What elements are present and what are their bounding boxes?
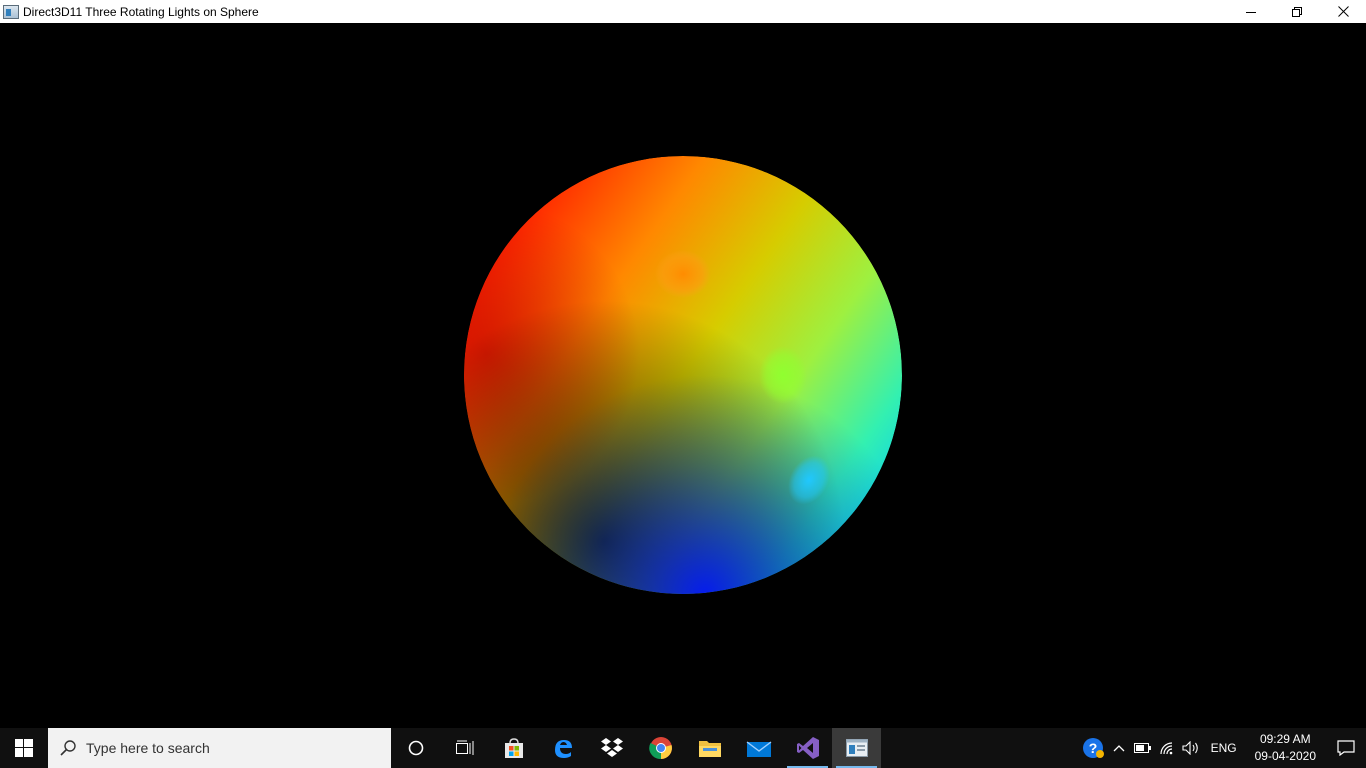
direct3d-app-icon bbox=[845, 739, 868, 757]
mail-icon bbox=[746, 741, 771, 757]
wifi-icon bbox=[1159, 742, 1172, 755]
chrome-icon bbox=[648, 737, 672, 760]
cortana-button[interactable] bbox=[391, 728, 440, 768]
dropbox-icon bbox=[600, 738, 623, 757]
close-button[interactable] bbox=[1320, 0, 1366, 23]
sphere-render bbox=[464, 156, 902, 594]
network-button[interactable] bbox=[1155, 728, 1179, 768]
clock-time: 09:29 AM bbox=[1259, 732, 1311, 746]
system-tray: ? ENG 09:29 AM 09-04-2020 bbox=[1079, 728, 1366, 768]
search-placeholder: Type here to search bbox=[86, 740, 210, 756]
volume-icon bbox=[1182, 741, 1198, 755]
file-explorer-button[interactable] bbox=[685, 728, 734, 768]
restore-button[interactable] bbox=[1274, 0, 1320, 23]
battery-icon bbox=[1133, 743, 1151, 753]
battery-button[interactable] bbox=[1131, 728, 1155, 768]
taskbar-search[interactable]: Type here to search bbox=[48, 728, 391, 768]
store-button[interactable] bbox=[489, 728, 538, 768]
task-view-icon bbox=[455, 740, 473, 755]
mail-button[interactable] bbox=[734, 728, 783, 768]
action-center-button[interactable] bbox=[1326, 728, 1366, 768]
window-title: Direct3D11 Three Rotating Lights on Sphe… bbox=[23, 4, 259, 19]
microsoft-store-icon bbox=[504, 738, 523, 758]
cortana-icon bbox=[408, 740, 423, 756]
minimize-icon bbox=[1246, 11, 1256, 13]
title-bar: Direct3D11 Three Rotating Lights on Sphe… bbox=[0, 0, 1366, 23]
start-button[interactable] bbox=[0, 728, 48, 768]
render-viewport[interactable] bbox=[0, 23, 1366, 728]
task-view-button[interactable] bbox=[440, 728, 489, 768]
app-window-icon[interactable] bbox=[3, 4, 19, 19]
search-icon bbox=[60, 740, 76, 756]
show-hidden-icons-button[interactable] bbox=[1107, 728, 1131, 768]
visual-studio-button[interactable] bbox=[783, 728, 832, 768]
window-controls bbox=[1228, 0, 1366, 23]
chrome-button[interactable] bbox=[636, 728, 685, 768]
restore-icon bbox=[1292, 6, 1302, 17]
notification-icon bbox=[1337, 740, 1355, 756]
close-icon bbox=[1337, 6, 1349, 17]
file-explorer-icon bbox=[698, 741, 721, 757]
input-language[interactable]: ENG bbox=[1203, 728, 1245, 768]
help-icon: ? bbox=[1082, 738, 1104, 758]
visual-studio-icon bbox=[796, 737, 819, 759]
taskbar: Type here to search ? ENG 09:29 AM 09-04… bbox=[0, 728, 1366, 768]
minimize-button[interactable] bbox=[1228, 0, 1274, 23]
help-tray-button[interactable]: ? bbox=[1079, 728, 1107, 768]
volume-button[interactable] bbox=[1179, 728, 1203, 768]
clock[interactable]: 09:29 AM 09-04-2020 bbox=[1245, 728, 1326, 768]
direct3d-app-button[interactable] bbox=[832, 728, 881, 768]
dropbox-button[interactable] bbox=[587, 728, 636, 768]
chevron-up-icon bbox=[1113, 745, 1125, 752]
clock-date: 09-04-2020 bbox=[1254, 749, 1316, 763]
edge-button[interactable] bbox=[538, 728, 587, 768]
svg-text:?: ? bbox=[1088, 740, 1097, 756]
windows-icon bbox=[15, 739, 33, 757]
edge-icon bbox=[554, 740, 572, 758]
